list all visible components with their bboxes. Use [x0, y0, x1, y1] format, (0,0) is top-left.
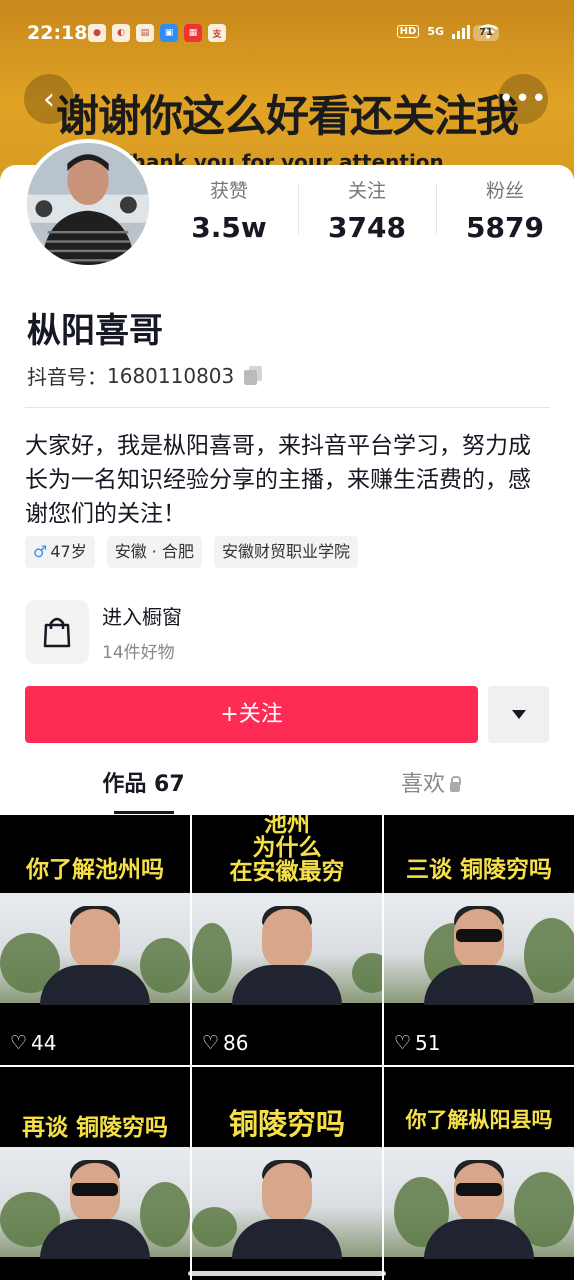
- video-title: 你了解枞阳县吗: [405, 1108, 553, 1132]
- video-thumbnail[interactable]: 铜陵穷吗: [192, 1067, 382, 1280]
- shop-notification-icon: ▦: [184, 24, 202, 42]
- lock-icon: [450, 776, 461, 792]
- video-like-count: 86: [223, 1031, 249, 1055]
- video-thumbnail[interactable]: 三谈 铜陵穷吗 ♡ 51: [384, 815, 574, 1065]
- location-icon: ●: [88, 24, 106, 42]
- video-title: 三谈 铜陵穷吗: [405, 857, 552, 883]
- shopping-bag-icon: [25, 600, 89, 664]
- app-notification-icon: ▣: [160, 24, 178, 42]
- home-indicator[interactable]: [188, 1271, 386, 1276]
- follow-button[interactable]: +关注: [25, 686, 478, 743]
- heart-icon: ♡: [394, 1032, 412, 1054]
- more-dots-icon: •••: [498, 84, 548, 114]
- shop-entry[interactable]: 进入橱窗 14件好物: [25, 600, 182, 664]
- status-time: 22:18: [27, 22, 88, 44]
- stat-label: 关注: [347, 180, 386, 202]
- video-scene: [0, 893, 190, 1005]
- tag-age: 47岁: [50, 542, 87, 561]
- copy-icon[interactable]: [244, 365, 264, 386]
- recommend-dropdown-button[interactable]: [488, 686, 549, 743]
- stat-likes[interactable]: 获赞 3.5w: [160, 174, 298, 244]
- video-scene: [384, 1147, 574, 1259]
- video-thumbnail[interactable]: 你了解池州吗 ♡ 44: [0, 815, 190, 1065]
- avatar-photo: [27, 143, 149, 265]
- tag-gender-age: ♂ 47岁: [25, 536, 95, 568]
- banner-headline: 谢谢你这么好看还关注我: [56, 92, 519, 142]
- tag-location[interactable]: 安徽 · 合肥: [106, 536, 202, 568]
- video-scene: [0, 1147, 190, 1259]
- battery-indicator: 71: [473, 25, 499, 41]
- network-label: 5G: [427, 25, 444, 38]
- profile-tags: ♂ 47岁 安徽 · 合肥 安徽财贸职业学院: [25, 536, 358, 568]
- video-likes: ♡ 86: [202, 1031, 249, 1055]
- tab-likes[interactable]: 喜欢: [287, 760, 574, 812]
- chevron-left-icon: ‹: [43, 81, 55, 117]
- stat-label: 获赞: [209, 180, 248, 202]
- notification-icons: ● ◐ ▤ ▣ ▦ 支: [88, 24, 226, 42]
- alipay-icon: 支: [208, 24, 226, 42]
- douyin-id-value: 1680110803: [107, 363, 235, 388]
- video-title-line2: 为什么: [252, 835, 322, 861]
- video-scene: [384, 893, 574, 1005]
- shop-title: 进入橱窗: [102, 605, 182, 629]
- shop-subtitle: 14件好物: [102, 643, 175, 663]
- stat-following[interactable]: 关注 3748: [298, 174, 436, 244]
- video-thumbnail[interactable]: 池州 为什么 在安徽最穷 ♡ 86: [192, 815, 382, 1065]
- toutiao-icon: ▤: [136, 24, 154, 42]
- status-bar: 22:18 ● ◐ ▤ ▣ ▦ 支 HD 5G 71: [0, 0, 574, 66]
- qq-icon: ◐: [112, 24, 130, 42]
- content-tabs: 作品 67 喜欢: [0, 760, 574, 814]
- stat-value: 3748: [328, 211, 406, 244]
- stat-value: 3.5w: [191, 211, 267, 244]
- heart-icon: ♡: [10, 1032, 28, 1054]
- douyin-id-label: 抖音号：: [27, 365, 107, 389]
- more-button[interactable]: •••: [498, 74, 548, 124]
- hd-icon: HD: [396, 25, 420, 38]
- video-grid: 你了解池州吗 ♡ 44 池州 为什么 在安徽最穷 ♡ 86 三谈 铜陵穷吗 ♡ …: [0, 815, 574, 1280]
- video-scene: [192, 1147, 382, 1259]
- profile-name: 枞阳喜哥: [27, 311, 163, 351]
- triangle-down-icon: [511, 710, 526, 719]
- tab-works[interactable]: 作品 67: [0, 760, 287, 814]
- douyin-id-row: 抖音号： 1680110803: [27, 361, 264, 390]
- video-title-line1: 池州: [264, 815, 310, 837]
- video-scene: [192, 893, 382, 1005]
- shop-text: 进入橱窗 14件好物: [102, 601, 182, 663]
- tab-works-label: 作品 67: [102, 772, 185, 797]
- video-title: 铜陵穷吗: [228, 1107, 345, 1141]
- video-like-count: 44: [31, 1031, 57, 1055]
- profile-stats: 获赞 3.5w 关注 3748 粉丝 5879: [160, 174, 574, 244]
- video-thumbnail[interactable]: 你了解枞阳县吗: [384, 1067, 574, 1280]
- signal-icon: [452, 24, 470, 39]
- video-title-line3: 在安徽最穷: [229, 859, 345, 885]
- avatar[interactable]: [23, 139, 153, 269]
- video-title: 你了解池州吗: [26, 857, 164, 883]
- video-likes: ♡ 51: [394, 1031, 441, 1055]
- video-title: 再谈 铜陵穷吗: [21, 1115, 168, 1141]
- video-like-count: 51: [415, 1031, 441, 1055]
- profile-bio: 大家好，我是枞阳喜哥，来抖音平台学习，努力成长为一名知识经验分享的主播，来赚生活…: [25, 433, 531, 527]
- video-thumbnail[interactable]: 再谈 铜陵穷吗: [0, 1067, 190, 1280]
- heart-icon: ♡: [202, 1032, 220, 1054]
- male-icon: ♂: [33, 542, 48, 561]
- back-button[interactable]: ‹: [24, 74, 74, 124]
- divider: [25, 407, 550, 408]
- tab-likes-label: 喜欢: [400, 772, 445, 797]
- stat-label: 粉丝: [485, 180, 524, 202]
- tag-school[interactable]: 安徽财贸职业学院: [213, 536, 358, 568]
- video-likes: ♡ 44: [10, 1031, 57, 1055]
- stat-followers[interactable]: 粉丝 5879: [436, 174, 574, 244]
- stat-value: 5879: [466, 211, 544, 244]
